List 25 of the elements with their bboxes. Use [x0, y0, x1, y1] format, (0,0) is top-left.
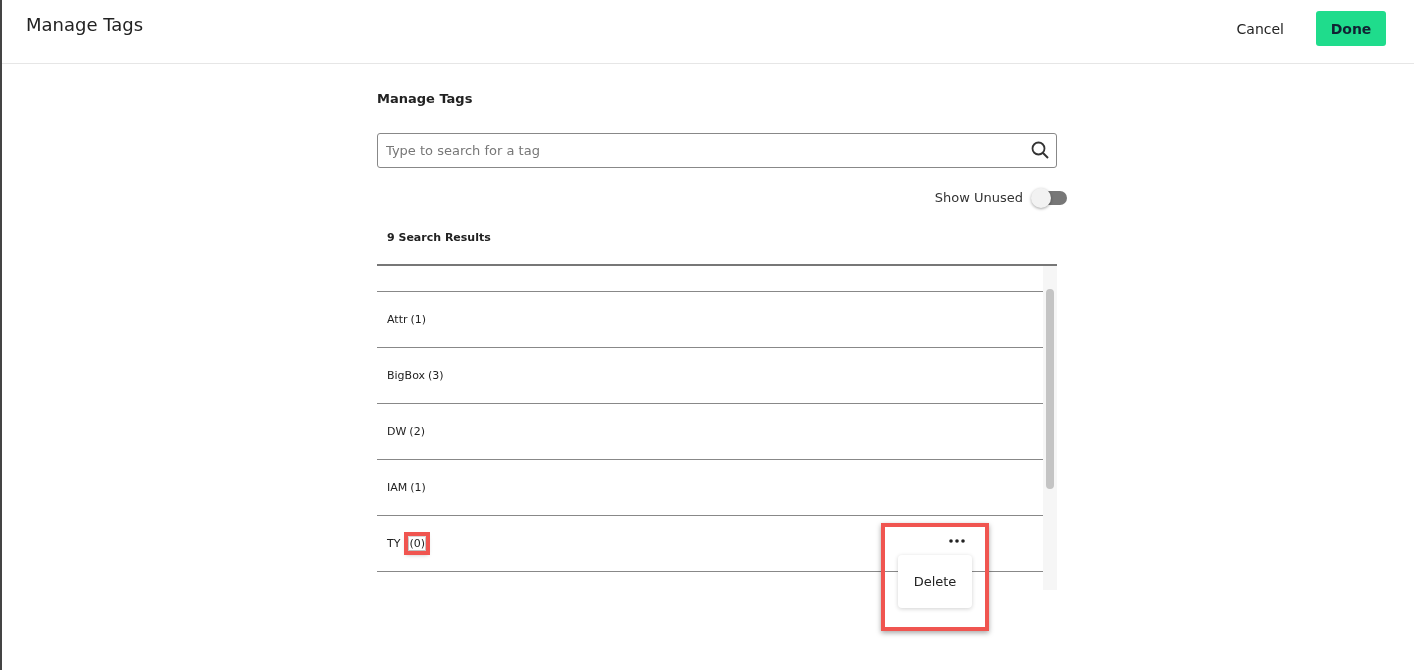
scrollbar[interactable]: [1043, 266, 1057, 590]
tag-row[interactable]: IAM (1): [377, 459, 1043, 515]
page-title: Manage Tags: [26, 14, 145, 35]
tag-row[interactable]: DW (2): [377, 403, 1043, 459]
results-count: 9 Search Results: [387, 231, 492, 244]
more-icon[interactable]: [949, 539, 965, 543]
show-unused-toggle[interactable]: [1033, 190, 1067, 205]
section-heading: Manage Tags: [377, 91, 474, 106]
menu-item[interactable]: Delete: [909, 570, 961, 593]
tag-name: DW: [387, 425, 407, 438]
tag-row[interactable]: BigBox (3): [377, 347, 1043, 403]
tag-name: Attr: [387, 313, 408, 326]
toggle-label: Show Unused: [934, 190, 1023, 205]
tag-row[interactable]: Attr (1): [377, 291, 1043, 347]
tag-name: TY: [387, 537, 401, 550]
tag-name: BigBox: [387, 369, 426, 382]
tag-count: (2): [409, 425, 425, 438]
tag-name: IAM: [387, 481, 408, 494]
search-icon: [1031, 141, 1049, 159]
done-button[interactable]: Done: [1316, 11, 1386, 46]
tag-count: (1): [410, 313, 427, 326]
tag-count: (3): [428, 369, 444, 382]
tag-count: (1): [410, 481, 426, 494]
cancel-button[interactable]: Cancel: [1236, 20, 1284, 37]
search-field[interactable]: Type to search for a tag: [377, 133, 1057, 168]
